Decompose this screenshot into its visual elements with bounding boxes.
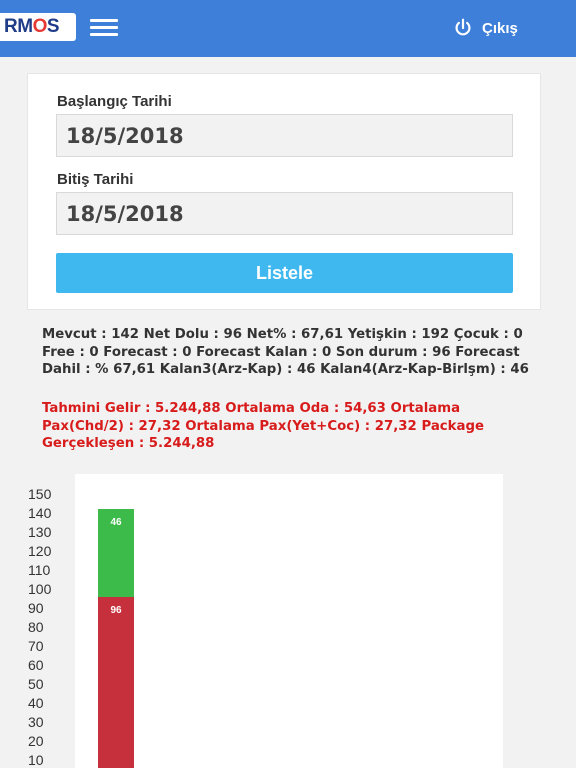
y-tick-label: 20	[28, 733, 44, 749]
date-filter-form: Başlangıç Tarihi Bitiş Tarihi Listele	[27, 73, 541, 310]
logout-button[interactable]: Çıkış	[452, 17, 518, 39]
revenue-summary: Tahmini Gelir : 5.244,88 Ortalama Oda : …	[42, 401, 485, 451]
end-date-label: Bitiş Tarihi	[57, 171, 134, 188]
y-tick-label: 140	[28, 505, 52, 521]
y-tick-label: 30	[28, 714, 44, 730]
y-tick-label: 70	[28, 638, 44, 654]
y-tick-label: 80	[28, 619, 44, 635]
top-nav-bar: RMOS Çıkış	[0, 0, 576, 57]
hamburger-menu-icon[interactable]	[90, 19, 118, 37]
end-date-input[interactable]	[56, 192, 513, 235]
y-tick-label: 100	[28, 581, 52, 597]
logout-label: Çıkış	[482, 19, 518, 37]
y-tick-label: 40	[28, 695, 44, 711]
chart-bar[interactable]: 96	[98, 596, 134, 768]
y-tick-label: 110	[28, 562, 51, 578]
start-date-input[interactable]	[56, 114, 513, 157]
chart-bar[interactable]: 46	[98, 509, 134, 597]
y-tick-label: 60	[28, 657, 44, 673]
y-tick-label: 150	[28, 486, 52, 502]
power-icon	[455, 18, 471, 36]
bar-value-label: 96	[110, 604, 122, 616]
occupancy-summary: Mevcut : 142 Net Dolu : 96 Net% : 67,61 …	[42, 327, 529, 377]
bar-value-label: 46	[110, 517, 122, 529]
occupancy-chart: 96 46	[75, 474, 503, 768]
y-tick-label: 10	[28, 752, 44, 768]
y-tick-label: 90	[28, 600, 44, 616]
listele-button[interactable]: Listele	[56, 253, 513, 293]
y-tick-label: 120	[28, 543, 52, 559]
rmos-logo[interactable]: RMOS	[0, 13, 76, 41]
y-tick-label: 50	[28, 676, 44, 692]
y-tick-label: 130	[28, 524, 52, 540]
start-date-label: Başlangıç Tarihi	[57, 93, 172, 110]
